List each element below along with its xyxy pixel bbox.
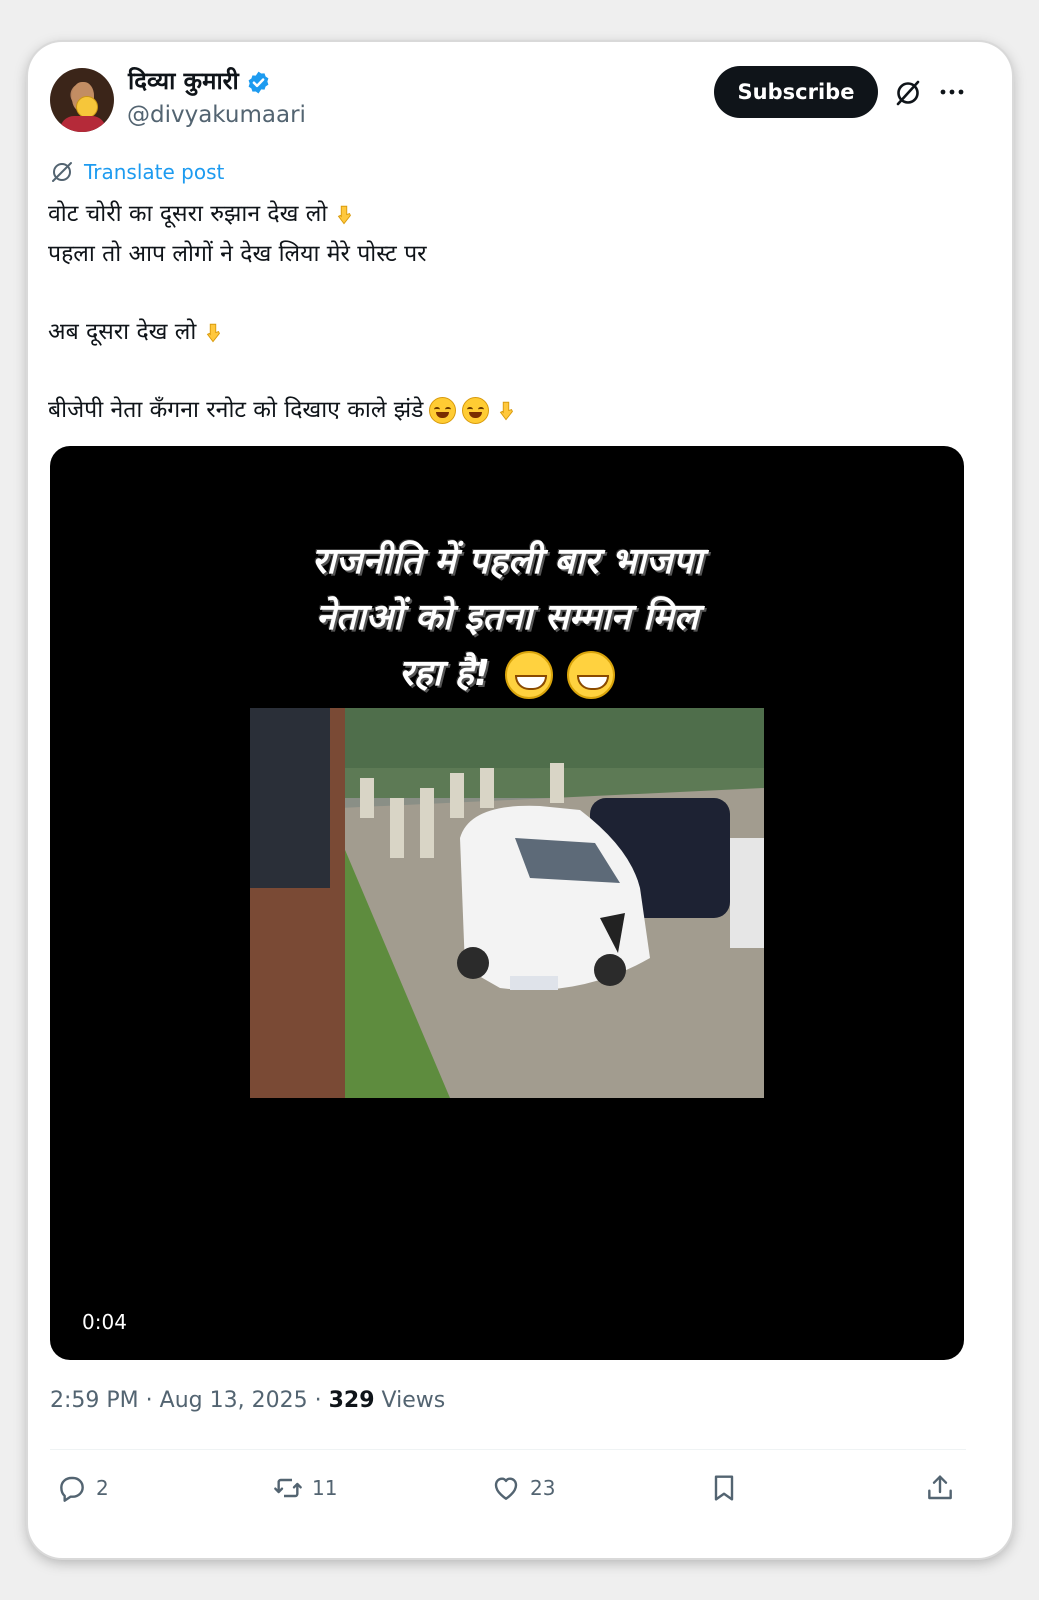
meta-separator: · bbox=[145, 1388, 160, 1413]
avatar-emoji-overlay bbox=[76, 96, 98, 118]
translate-label[interactable]: Translate post bbox=[84, 160, 224, 184]
translate-post-link[interactable]: Translate post bbox=[50, 160, 224, 184]
post-metadata: 2:59 PM · Aug 13, 2025 · 329 Views bbox=[50, 1388, 445, 1413]
video-caption-line-3: रहा है! bbox=[398, 653, 491, 694]
post-time[interactable]: 2:59 PM bbox=[50, 1388, 139, 1413]
video-frame-image bbox=[250, 708, 764, 1098]
post-text-line: अब दूसरा देख लो bbox=[48, 312, 517, 352]
post-text-line-2: पहला तो आप लोगों ने देख लिया मेरे पोस्ट … bbox=[48, 241, 427, 267]
repost-button[interactable]: 11 bbox=[272, 1472, 337, 1504]
subscribe-button[interactable]: Subscribe bbox=[714, 66, 878, 118]
post-text-line-1: वोट चोरी का दूसरा रुझान देख लो bbox=[48, 201, 328, 227]
pointing-down-emoji-icon bbox=[500, 401, 514, 420]
tears-of-joy-emoji-icon bbox=[462, 396, 490, 424]
tears-of-joy-emoji-icon bbox=[429, 396, 457, 424]
repost-icon bbox=[274, 1478, 302, 1498]
more-options-icon[interactable] bbox=[938, 78, 966, 106]
pointing-down-emoji-icon bbox=[207, 323, 221, 342]
post-card: दिव्या कुमारी @divyakumaari Subscribe Tr… bbox=[28, 42, 1012, 1558]
video-player[interactable]: राजनीति में पहली बार भाजपा नेताओं को इतन… bbox=[50, 446, 964, 1360]
pointing-down-emoji-icon bbox=[338, 205, 352, 224]
post-text-line-4: बीजेपी नेता कँगना रनोट को दिखाए काले झंड… bbox=[48, 397, 424, 423]
views-count: 329 bbox=[328, 1388, 375, 1413]
reply-button[interactable]: 2 bbox=[56, 1472, 109, 1504]
grinning-emoji-icon bbox=[567, 651, 616, 699]
share-button[interactable] bbox=[924, 1472, 964, 1504]
divider bbox=[50, 1449, 966, 1450]
video-timestamp: 0:04 bbox=[82, 1310, 127, 1334]
author-handle[interactable]: @divyakumaari bbox=[127, 102, 306, 128]
like-button[interactable]: 23 bbox=[490, 1472, 555, 1504]
reply-count: 2 bbox=[96, 1476, 109, 1500]
avatar-body bbox=[60, 116, 106, 132]
post-text-line-3: अब दूसरा देख लो bbox=[48, 319, 197, 345]
grok-icon[interactable] bbox=[894, 79, 922, 107]
post-text-line: पहला तो आप लोगों ने देख लिया मेरे पोस्ट … bbox=[48, 234, 517, 274]
post-date[interactable]: Aug 13, 2025 bbox=[160, 1388, 308, 1413]
like-count: 23 bbox=[530, 1476, 556, 1500]
share-icon bbox=[928, 1475, 952, 1500]
bookmark-icon bbox=[714, 1475, 734, 1501]
bookmark-button[interactable] bbox=[708, 1472, 748, 1504]
views-label: Views bbox=[381, 1388, 446, 1413]
post-text-line: बीजेपी नेता कँगना रनोट को दिखाए काले झंड… bbox=[48, 390, 517, 430]
verified-badge-icon bbox=[248, 71, 269, 94]
post-text: वोट चोरी का दूसरा रुझान देख लो पहला तो आ… bbox=[48, 194, 517, 430]
video-caption-line-1: राजनीति में पहली बार भाजपा bbox=[311, 541, 703, 582]
video-caption: राजनीति में पहली बार भाजपा नेताओं को इतन… bbox=[50, 534, 964, 702]
grinning-emoji-icon bbox=[504, 651, 553, 699]
post-text-line: वोट चोरी का दूसरा रुझान देख लो bbox=[48, 194, 517, 234]
translate-icon bbox=[52, 162, 72, 182]
repost-count: 11 bbox=[312, 1476, 338, 1500]
video-caption-line-2: नेताओं को इतना सम्मान मिल bbox=[315, 597, 699, 638]
meta-separator: · bbox=[314, 1388, 329, 1413]
reply-icon bbox=[60, 1476, 84, 1502]
heart-icon bbox=[494, 1477, 518, 1500]
author-display-name[interactable]: दिव्या कुमारी bbox=[128, 66, 239, 96]
avatar[interactable] bbox=[50, 68, 114, 132]
